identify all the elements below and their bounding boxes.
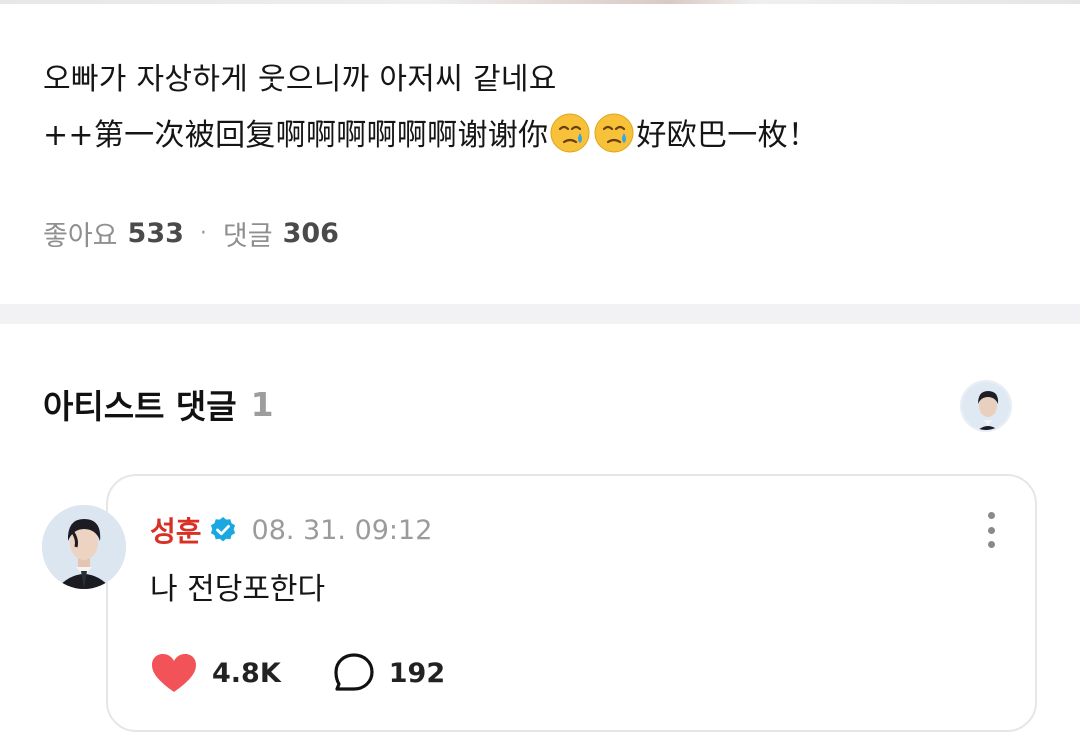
- artist-comments-count: 1: [250, 384, 274, 424]
- artist-avatar-small[interactable]: [960, 380, 1012, 432]
- post-body: 오빠가 자상하게 웃으니까 아저씨 같네요 ++第一次被回复啊啊啊啊啊啊谢谢你 …: [43, 52, 818, 164]
- section-divider: [0, 304, 1080, 324]
- comment-actions: 4.8K 192: [150, 652, 445, 694]
- post-stats: 좋아요 533 · 댓글 306: [43, 214, 339, 253]
- heart-icon[interactable]: [150, 652, 198, 694]
- comment-date: 08. 31. 09:12: [251, 514, 433, 546]
- post-line-2-text: ++第一次被回复啊啊啊啊啊啊谢谢你: [43, 118, 549, 153]
- post-line-1: 오빠가 자상하게 웃으니까 아저씨 같네요: [43, 62, 557, 97]
- comment-header: 성훈 08. 31. 09:12: [150, 510, 432, 550]
- comment-text: 나 전당포한다: [150, 572, 326, 607]
- comments-count[interactable]: 306: [283, 218, 339, 249]
- fan-post: 오빠가 자상하게 웃으니까 아저씨 같네요 ++第一次被回复啊啊啊啊啊啊谢谢你 …: [0, 4, 1080, 304]
- comment-like-count: 4.8K: [212, 657, 281, 689]
- artist-comments-header: 아티스트 댓글 1: [43, 380, 274, 428]
- comments-label[interactable]: 댓글: [223, 214, 273, 253]
- comment-author[interactable]: 성훈: [150, 510, 202, 550]
- more-options-icon[interactable]: [985, 512, 997, 548]
- artist-comments-title: 아티스트 댓글: [43, 387, 237, 426]
- comment-reply-count: 192: [388, 657, 446, 689]
- post-line-2: ++第一次被回复啊啊啊啊啊啊谢谢你 好欧巴一枚！: [43, 108, 818, 164]
- separator-dot: ·: [199, 221, 207, 246]
- artist-comment-card: 성훈 08. 31. 09:12 나 전당포한다 4.8K 192: [106, 474, 1037, 732]
- artist-avatar[interactable]: [42, 505, 126, 589]
- verified-badge-icon: [210, 517, 235, 542]
- post-line-2-tail: 好欧巴一枚！: [636, 118, 819, 153]
- likes-count[interactable]: 533: [128, 218, 184, 249]
- likes-label[interactable]: 좋아요: [43, 214, 118, 253]
- reply-bubble-icon[interactable]: [333, 652, 375, 694]
- crying-face-emoji-icon: [549, 112, 591, 154]
- crying-face-emoji-icon: [593, 112, 635, 154]
